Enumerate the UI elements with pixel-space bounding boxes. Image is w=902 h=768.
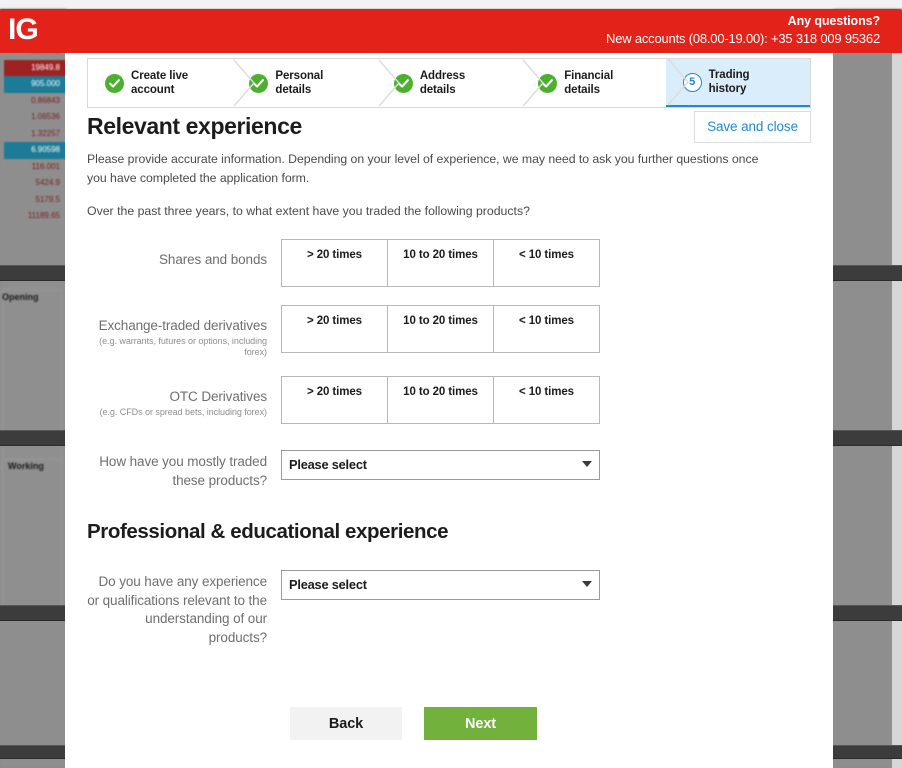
background-quote: 5424.9: [35, 178, 60, 187]
background-label-working: Working: [8, 461, 44, 471]
trade-method-select[interactable]: Please select: [281, 450, 600, 480]
any-questions-label: Any questions?: [787, 14, 880, 28]
frequency-option[interactable]: < 10 times: [494, 240, 599, 286]
step-label: Trading history: [708, 69, 750, 95]
background-quote: 6.90598: [4, 142, 66, 159]
new-accounts-phone: New accounts (08.00-19.00): +35 318 009 …: [606, 31, 880, 46]
question-lead: Over the past three years, to what exten…: [87, 204, 530, 218]
step-complete-badge: [249, 73, 269, 93]
site-header: IG Any questions? New accounts (08.00-19…: [0, 9, 902, 53]
trade-method-row: How have you mostly traded these product…: [87, 450, 811, 490]
ig-logo[interactable]: IG: [8, 12, 39, 48]
check-icon: [253, 78, 265, 88]
background-quote: 0.86843: [31, 95, 60, 105]
qualification-value: Please select: [289, 577, 367, 592]
product-label: OTC Derivatives (e.g. CFDs or spread bets…: [87, 376, 281, 424]
qualification-label: Do you have any experience or qualificat…: [87, 574, 267, 645]
background-quote: 1.32257: [31, 128, 60, 138]
trade-method-value: Please select: [289, 457, 367, 472]
product-name: Shares and bonds: [159, 252, 267, 267]
page-scrollbar[interactable]: [892, 9, 902, 768]
page-title: Relevant experience: [87, 113, 302, 139]
frequency-option[interactable]: < 10 times: [494, 306, 599, 352]
product-row: Shares and bonds > 20 times 10 to 20 times…: [87, 239, 811, 287]
check-icon: [542, 78, 554, 88]
background-quote: 19849.8: [4, 59, 66, 76]
professional-section-title: Professional & educational experience: [87, 520, 449, 543]
background-quote: 905.000: [4, 76, 66, 93]
frequency-option-group: > 20 times 10 to 20 times < 10 times: [281, 305, 600, 353]
step-number-badge: 5: [682, 72, 702, 92]
frequency-option[interactable]: < 10 times: [494, 377, 599, 423]
product-row: OTC Derivatives (e.g. CFDs or spread bets…: [87, 376, 811, 424]
form-actions: Back Next: [87, 707, 811, 740]
background-label-opening: Opening: [2, 292, 39, 302]
step-label: Financial details: [564, 70, 614, 96]
step-address-details[interactable]: Address details: [377, 59, 521, 107]
background-quote: 5179.5: [35, 194, 60, 204]
form-content: Relevant experience Please provide accur…: [87, 111, 811, 740]
step-label: Personal details: [275, 70, 324, 96]
background-quote: 1.06536: [31, 112, 60, 121]
step-complete-badge: [538, 73, 558, 93]
product-name: OTC Derivatives: [169, 389, 267, 404]
frequency-option-group: > 20 times 10 to 20 times < 10 times: [281, 376, 600, 424]
frequency-option[interactable]: > 20 times: [282, 306, 388, 352]
frequency-option[interactable]: 10 to 20 times: [388, 306, 494, 352]
header-contact: Any questions? New accounts (08.00-19.00…: [606, 13, 880, 48]
product-label: Exchange-traded derivatives (e.g. warrant…: [87, 305, 281, 358]
back-button[interactable]: Back: [290, 707, 402, 740]
frequency-option[interactable]: 10 to 20 times: [388, 377, 494, 423]
chevron-down-icon: [582, 581, 592, 587]
step-label: Address details: [419, 70, 466, 96]
application-form-panel: Create live account Personal details Addre…: [65, 53, 833, 768]
product-name: Exchange-traded derivatives: [98, 318, 268, 333]
frequency-option-group: > 20 times 10 to 20 times < 10 times: [281, 239, 600, 287]
step-label: Create live account: [131, 70, 189, 96]
frequency-option[interactable]: > 20 times: [282, 377, 388, 423]
product-sublabel: (e.g. warrants, futures or options, incl…: [99, 336, 267, 357]
step-financial-details[interactable]: Financial details: [521, 59, 665, 107]
qualification-row: Do you have any experience or qualificat…: [87, 570, 811, 647]
step-personal-details[interactable]: Personal details: [232, 59, 376, 107]
check-icon: [397, 78, 409, 88]
app-root: 7273.711532.02265.6119849.8905.0000.8684…: [0, 0, 902, 768]
background-quote: 11189.65: [27, 211, 60, 220]
frequency-option[interactable]: > 20 times: [282, 240, 388, 286]
next-button[interactable]: Next: [424, 707, 537, 740]
trade-method-label: How have you mostly traded these product…: [99, 454, 267, 488]
background-subpanel-working: [2, 459, 62, 609]
check-icon: [109, 78, 120, 88]
browser-top-strip: [0, 0, 902, 9]
qualification-select[interactable]: Please select: [281, 570, 600, 600]
intro-text: Please provide accurate information. Dep…: [87, 152, 759, 185]
step-create-live-account[interactable]: Create live account: [88, 59, 232, 107]
product-rows: Shares and bonds > 20 times 10 to 20 times…: [87, 239, 811, 424]
chevron-down-icon: [582, 461, 592, 467]
background-quote: 116.001: [31, 161, 60, 171]
step-trading-history[interactable]: 5 Trading history: [665, 58, 811, 107]
product-sublabel: (e.g. CFDs or spread bets, including for…: [99, 407, 267, 417]
product-label: Shares and bonds: [87, 239, 281, 287]
step-complete-badge: [393, 73, 413, 93]
progress-steps: Create live account Personal details Addre…: [87, 58, 811, 108]
step-complete-badge: [105, 73, 124, 93]
product-row: Exchange-traded derivatives (e.g. warrant…: [87, 305, 811, 358]
frequency-option[interactable]: 10 to 20 times: [388, 240, 494, 286]
